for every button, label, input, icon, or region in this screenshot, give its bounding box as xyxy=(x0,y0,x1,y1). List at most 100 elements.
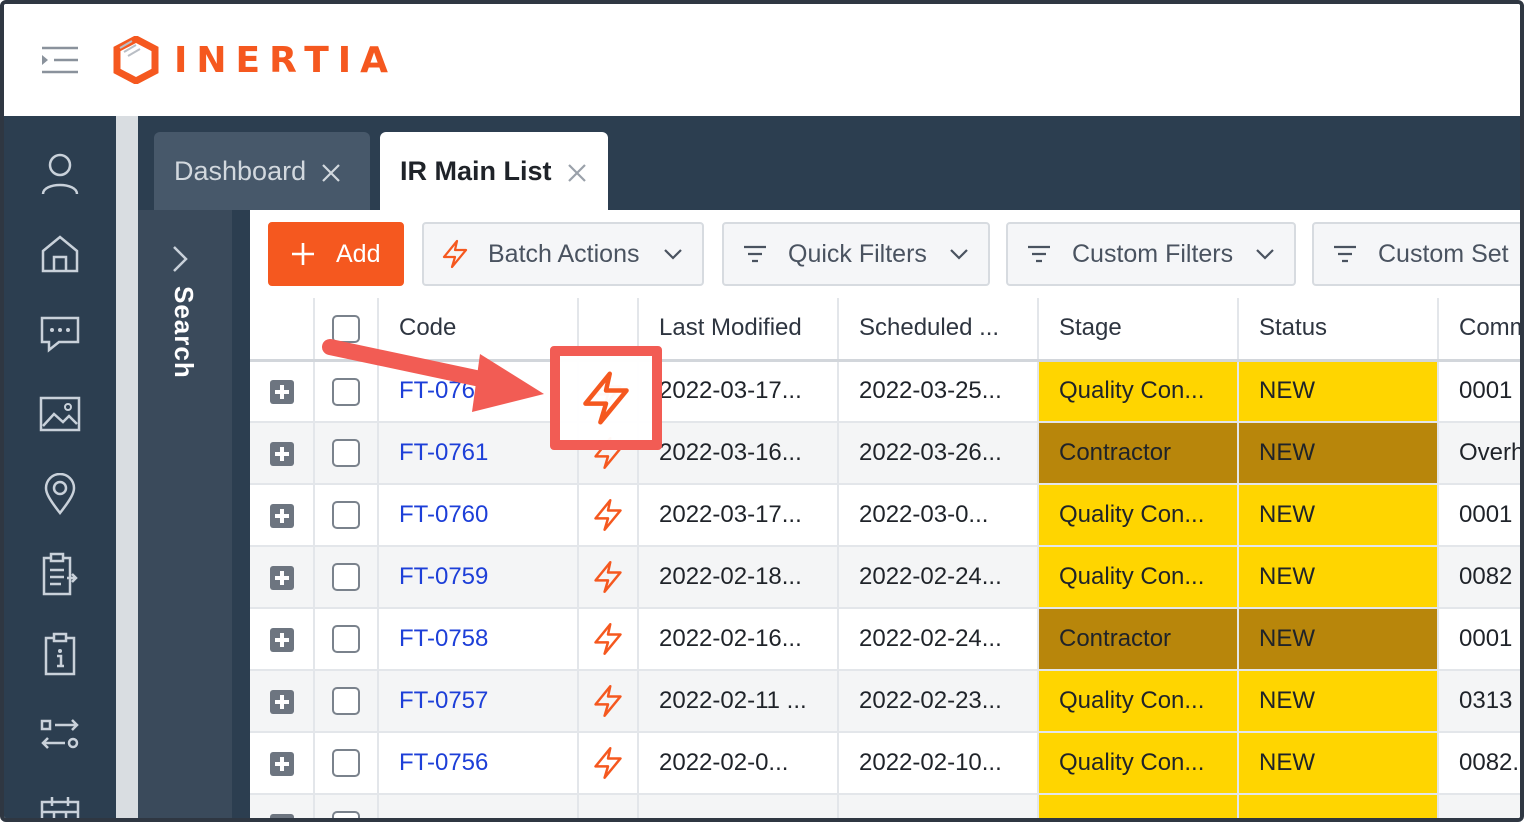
code-link[interactable]: FT-0756 xyxy=(399,749,488,776)
column-header-status[interactable]: Status xyxy=(1238,298,1439,362)
row-select-cell xyxy=(314,732,379,795)
tab-dashboard[interactable]: Dashboard xyxy=(154,132,370,210)
code-link[interactable]: FT-0758 xyxy=(399,625,488,652)
expand-row-icon[interactable] xyxy=(269,813,294,818)
rail-clipboard-info-icon[interactable] xyxy=(36,630,84,678)
search-panel-toggle[interactable]: Search xyxy=(138,210,232,818)
stage-cell: Contractor xyxy=(1038,422,1239,485)
lightning-icon[interactable] xyxy=(591,498,625,532)
stage-cell: Quality Con... xyxy=(1038,484,1239,547)
rail-transfer-icon[interactable] xyxy=(36,710,84,758)
expand-row-icon[interactable] xyxy=(269,565,294,590)
expand-row-icon[interactable] xyxy=(269,751,294,776)
row-actions-cell xyxy=(578,546,639,609)
row-expander-cell xyxy=(250,546,315,609)
last-modified-cell: 2022-03-17... xyxy=(638,484,839,547)
row-checkbox[interactable] xyxy=(332,377,360,406)
row-actions-cell xyxy=(578,670,639,733)
menu-toggle-icon[interactable] xyxy=(40,44,80,76)
rail-home-icon[interactable] xyxy=(36,230,84,278)
lightning-icon[interactable] xyxy=(591,622,625,656)
quick-filters-button[interactable]: Quick Filters xyxy=(722,222,990,286)
table-header-row: Code Last Modified Scheduled ... Stage S… xyxy=(250,298,1520,362)
last-modified-cell: 2022-02-16... xyxy=(638,608,839,671)
rail-clipboard-list-icon[interactable] xyxy=(36,550,84,598)
row-actions-cell xyxy=(578,608,639,671)
last-modified-cell: 2022-02-0... xyxy=(638,732,839,795)
comm-cell: 0082 xyxy=(1438,546,1520,609)
custom-set-button[interactable]: Custom Set xyxy=(1312,222,1520,286)
lightning-icon[interactable] xyxy=(578,368,634,428)
row-checkbox[interactable] xyxy=(332,563,360,592)
code-link[interactable]: FT-0761 xyxy=(399,439,488,466)
row-checkbox[interactable] xyxy=(332,749,360,778)
row-expander-cell xyxy=(250,794,315,818)
code-link[interactable]: FT-0759 xyxy=(399,563,488,590)
code-cell: FT-0758 xyxy=(378,608,579,671)
code-cell: FT-0762 xyxy=(378,360,579,423)
expand-row-icon[interactable] xyxy=(269,627,294,652)
row-checkbox[interactable] xyxy=(332,501,360,530)
comm-cell: 0001 xyxy=(1438,360,1520,423)
status-cell xyxy=(1238,794,1439,818)
row-expander-cell xyxy=(250,670,315,733)
code-link[interactable]: FT-0760 xyxy=(399,501,488,528)
tab-ir-main-list[interactable]: IR Main List xyxy=(380,132,608,210)
rail-location-pin-icon[interactable] xyxy=(36,470,84,518)
add-button[interactable]: Add xyxy=(268,222,404,286)
expand-row-icon[interactable] xyxy=(269,689,294,714)
close-icon[interactable] xyxy=(320,160,342,182)
status-cell: NEW xyxy=(1238,422,1439,485)
column-header-comm[interactable]: Comm xyxy=(1438,298,1520,362)
batch-actions-button[interactable]: Batch Actions xyxy=(422,222,704,286)
annotation-highlight-box xyxy=(550,346,662,450)
expand-row-icon[interactable] xyxy=(269,379,294,404)
lightning-icon[interactable] xyxy=(591,560,625,594)
filter-icon xyxy=(1334,245,1356,263)
stage-cell xyxy=(1038,794,1239,818)
expand-row-icon[interactable] xyxy=(269,503,294,528)
column-header-stage[interactable]: Stage xyxy=(1038,298,1239,362)
expand-row-icon[interactable] xyxy=(269,441,294,466)
close-icon[interactable] xyxy=(566,160,588,182)
row-checkbox[interactable] xyxy=(332,439,360,468)
select-all-header xyxy=(314,298,379,362)
row-checkbox[interactable] xyxy=(332,625,360,654)
row-expander-cell xyxy=(250,484,315,547)
comm-cell: 0001 xyxy=(1438,608,1520,671)
rail-image-icon[interactable] xyxy=(36,390,84,438)
rail-chat-icon[interactable] xyxy=(36,310,84,358)
code-link[interactable]: FT-0762 xyxy=(399,377,488,404)
ir-list-table: Code Last Modified Scheduled ... Stage S… xyxy=(250,298,1520,818)
rail-calendar-icon[interactable] xyxy=(36,790,84,818)
row-checkbox[interactable] xyxy=(332,687,360,716)
table-row[interactable]: FT-0760 2022-03-17... 2022-03-0... Quality … xyxy=(250,484,1520,547)
column-header-code[interactable]: Code xyxy=(378,298,579,362)
column-header-last-modified[interactable]: Last Modified xyxy=(638,298,839,362)
filter-icon xyxy=(1028,245,1050,263)
table-row[interactable] xyxy=(250,794,1520,818)
row-select-cell xyxy=(314,484,379,547)
row-select-cell xyxy=(314,670,379,733)
top-bar: INERTIA xyxy=(4,4,1520,116)
filter-icon xyxy=(744,245,766,263)
table-row[interactable]: FT-0758 2022-02-16... 2022-02-24... Contrac… xyxy=(250,608,1520,671)
table-row[interactable]: FT-0756 2022-02-0... 2022-02-10... Quality … xyxy=(250,732,1520,795)
scheduled-cell: 2022-02-23... xyxy=(838,670,1039,733)
scheduled-cell: 2022-03-26... xyxy=(838,422,1039,485)
table-row[interactable]: FT-0759 2022-02-18... 2022-02-24... Quality… xyxy=(250,546,1520,609)
rail-user-icon[interactable] xyxy=(36,150,84,198)
table-row[interactable]: FT-0761 2022-03-16... 2022-03-26... Contrac… xyxy=(250,422,1520,485)
row-checkbox[interactable] xyxy=(332,811,360,818)
table-row[interactable]: FT-0762 2022-03-17... 2022-03-25... Quality… xyxy=(250,360,1520,423)
column-header-scheduled[interactable]: Scheduled ... xyxy=(838,298,1039,362)
lightning-icon[interactable] xyxy=(591,684,625,718)
table-row[interactable]: FT-0757 2022-02-11 ... 2022-02-23... Qualit… xyxy=(250,670,1520,733)
lightning-icon[interactable] xyxy=(591,746,625,780)
status-cell: NEW xyxy=(1238,608,1439,671)
select-all-checkbox[interactable] xyxy=(332,314,360,343)
custom-filters-button[interactable]: Custom Filters xyxy=(1006,222,1296,286)
code-link[interactable]: FT-0757 xyxy=(399,687,488,714)
scheduled-cell: 2022-03-25... xyxy=(838,360,1039,423)
toolbar: Add Batch Actions Quick Filters Custom F… xyxy=(250,210,1520,298)
